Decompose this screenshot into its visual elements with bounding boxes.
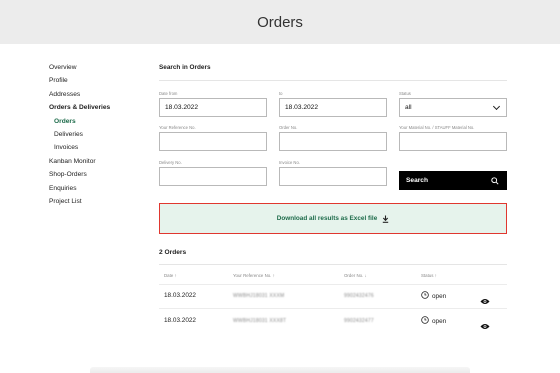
invoice-no-field: Invoice No. — [279, 160, 387, 186]
divider — [159, 80, 507, 81]
order-status: open — [421, 291, 446, 301]
delivery-no-field: Delivery No. — [159, 160, 267, 186]
sidebar-nav: Overview Profile Addresses Orders & Deli… — [49, 61, 149, 208]
material-no-label: Your Material No. / STAUFF Material No. — [399, 125, 475, 130]
divider — [159, 264, 507, 265]
main-content: Search in Orders Date from 18.03.2022 to… — [159, 64, 507, 329]
your-reference-field: Your Reference No. — [159, 125, 267, 151]
sidebar-item-deliveries[interactable]: Deliveries — [49, 128, 149, 141]
invoice-no-label: Invoice No. — [279, 160, 300, 165]
date-from-input[interactable]: 18.03.2022 — [159, 98, 267, 117]
order-your-reference: WWBHJ18031 XXXM — [233, 293, 285, 299]
sidebar-item-orders-deliveries[interactable]: Orders & Deliveries — [49, 101, 149, 114]
page-title: Orders — [257, 13, 303, 31]
order-date: 18.03.2022 — [164, 292, 196, 299]
order-no-field: Order No. — [279, 125, 387, 151]
clock-icon — [421, 316, 429, 326]
status-field: Status all — [399, 91, 507, 117]
your-reference-input[interactable] — [159, 132, 267, 151]
column-header-order-no[interactable]: Order No. ↓ — [344, 273, 367, 278]
sidebar-item-kanban-monitor[interactable]: Kanban Monitor — [49, 155, 149, 168]
page-header: Orders — [0, 0, 560, 44]
order-number[interactable]: 9902432476 — [344, 293, 374, 299]
sidebar-item-profile[interactable]: Profile — [49, 74, 149, 87]
search-button-label: Search — [406, 177, 428, 184]
invoice-no-input[interactable] — [279, 167, 387, 186]
status-select-value: all — [405, 104, 412, 111]
order-status: open — [421, 316, 446, 326]
divider — [159, 284, 507, 285]
status-select[interactable]: all — [399, 98, 507, 117]
divider — [159, 308, 507, 309]
column-header-date[interactable]: Date ↑ — [164, 273, 177, 278]
sidebar-item-enquiries[interactable]: Enquiries — [49, 182, 149, 195]
order-no-input[interactable] — [279, 132, 387, 151]
order-your-reference: WWBHJ18031 XXX8T — [233, 318, 287, 324]
search-button[interactable]: Search — [399, 171, 507, 190]
sidebar-item-addresses[interactable]: Addresses — [49, 88, 149, 101]
order-number[interactable]: 9902432477 — [344, 318, 374, 324]
status-label: Status — [399, 91, 411, 96]
date-to-label: to — [279, 91, 283, 96]
clock-icon — [421, 291, 429, 301]
order-status-label: open — [432, 292, 447, 300]
order-status-label: open — [432, 317, 447, 325]
orders-count: 2 Orders — [159, 249, 187, 256]
date-to-value: 18.03.2022 — [285, 104, 319, 111]
sidebar-item-orders[interactable]: Orders — [49, 115, 149, 128]
date-to-input[interactable]: 18.03.2022 — [279, 98, 387, 117]
your-reference-label: Your Reference No. — [159, 125, 196, 130]
download-icon — [382, 210, 389, 228]
delivery-no-input[interactable] — [159, 167, 267, 186]
material-no-input[interactable] — [399, 132, 507, 151]
download-excel-button[interactable]: Download all results as Excel file — [159, 203, 507, 234]
sidebar-item-overview[interactable]: Overview — [49, 61, 149, 74]
order-no-label: Order No. — [279, 125, 298, 130]
footer-edge — [90, 367, 470, 373]
delivery-no-label: Delivery No. — [159, 160, 182, 165]
download-excel-label: Download all results as Excel file — [276, 215, 378, 222]
search-section-title: Search in Orders — [159, 64, 211, 71]
date-from-value: 18.03.2022 — [165, 104, 199, 111]
column-header-status[interactable]: Status ↑ — [421, 273, 437, 278]
sidebar-item-shop-orders[interactable]: Shop-Orders — [49, 168, 149, 181]
view-eye-icon[interactable] — [480, 317, 490, 335]
material-no-field: Your Material No. / STAUFF Material No. — [399, 125, 507, 151]
search-icon — [491, 176, 499, 185]
sidebar-item-project-list[interactable]: Project List — [49, 195, 149, 208]
sidebar-item-invoices[interactable]: Invoices — [49, 141, 149, 154]
chevron-down-icon — [492, 102, 501, 110]
date-from-label: Date from — [159, 91, 178, 96]
date-to-field: to 18.03.2022 — [279, 91, 387, 117]
order-date: 18.03.2022 — [164, 317, 196, 324]
column-header-your-reference[interactable]: Your Reference No. ↑ — [233, 273, 275, 278]
date-from-field: Date from 18.03.2022 — [159, 91, 267, 117]
